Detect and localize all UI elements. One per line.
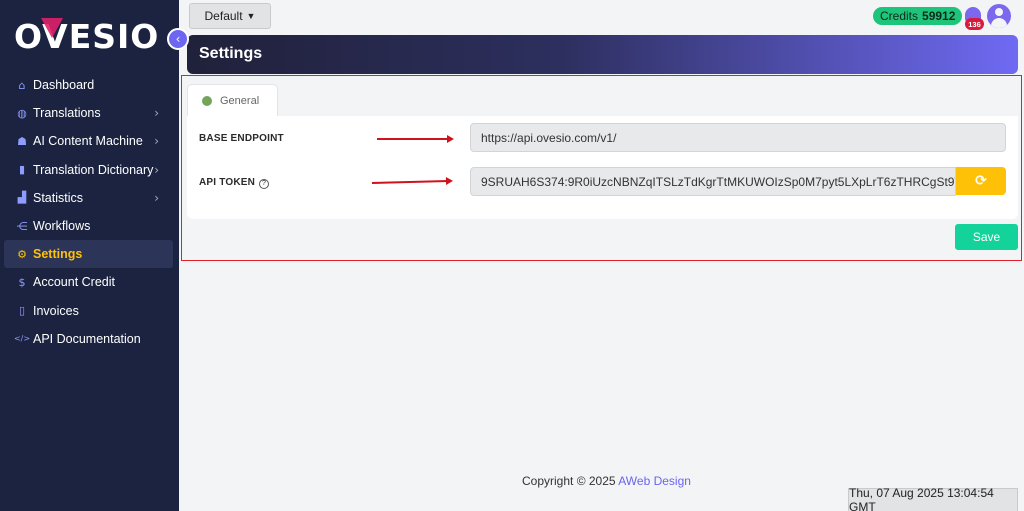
chevron-right-icon: ›: [154, 190, 159, 205]
share-icon: ⋲: [16, 219, 28, 233]
user-avatar-icon[interactable]: [987, 4, 1011, 28]
caret-down-icon: ▼: [246, 11, 256, 21]
sidebar-item-workflows[interactable]: ⋲ Workflows: [4, 212, 173, 240]
sidebar-item-label: Account Credit: [33, 275, 115, 290]
credits-value: 59912: [922, 9, 956, 23]
file-icon: ▯: [18, 304, 26, 318]
base-endpoint-value: https://api.ovesio.com/v1/: [481, 130, 617, 145]
sidebar-item-label: Translation Dictionary: [33, 162, 154, 177]
aweb-design-link[interactable]: AWeb Design: [618, 474, 691, 488]
android-icon: ☗: [17, 134, 27, 148]
sidebar-nav: ⌂ Dashboard ◍ Translations › ☗ AI Content Mach…: [4, 71, 173, 353]
annotation-arrow-endpoint: [377, 135, 454, 143]
api-token-input[interactable]: 9SRUAH6S374:9R0iUzcNBNZqITSLzTdKgrTtMKUW…: [470, 167, 956, 196]
ovesio-logo[interactable]: OVESIO: [14, 17, 159, 56]
workspace-dropdown-label: Default: [204, 9, 243, 23]
sidebar-item-settings[interactable]: ⚙ Settings: [4, 240, 173, 269]
bar-chart-icon: ▟: [17, 191, 27, 205]
home-icon: ⌂: [18, 78, 26, 92]
chevron-right-icon: ›: [154, 162, 159, 177]
tab-general-label: General: [220, 94, 260, 107]
page-title: Settings: [199, 45, 263, 62]
sidebar-item-label: API Documentation: [33, 331, 141, 346]
api-token-label: API TOKEN?: [199, 177, 270, 189]
regenerate-token-button[interactable]: ⟳: [956, 167, 1006, 195]
sidebar-item-label: Dashboard: [33, 78, 95, 93]
collapse-sidebar-button[interactable]: ‹: [167, 28, 189, 50]
copyright-text: Copyright © 2025: [522, 474, 616, 488]
credits-badge[interactable]: Credits 59912: [873, 7, 963, 25]
refresh-icon: ⟳: [975, 173, 987, 189]
sidebar-item-translation-dictionary[interactable]: ▮ Translation Dictionary ›: [4, 156, 173, 184]
save-button[interactable]: Save: [955, 224, 1018, 250]
sidebar-item-statistics[interactable]: ▟ Statistics ›: [4, 184, 173, 212]
server-datetime: Thu, 07 Aug 2025 13:04:54 GMT: [848, 486, 1018, 511]
sidebar-item-account-credit[interactable]: $ Account Credit: [4, 268, 173, 296]
page-header: Settings: [187, 35, 1018, 74]
api-token-label-text: API TOKEN: [199, 177, 256, 188]
globe-icon: ◍: [17, 106, 27, 120]
sidebar-item-api-documentation[interactable]: </> API Documentation: [4, 325, 173, 353]
sidebar-item-label: Settings: [33, 247, 83, 262]
sidebar: OVESIO ⌂ Dashboard ◍ Translations › ☗ AI Conte…: [0, 0, 179, 511]
base-endpoint-input[interactable]: https://api.ovesio.com/v1/: [470, 123, 1006, 152]
workspace-dropdown[interactable]: Default ▼: [189, 3, 271, 29]
base-endpoint-label-text: BASE ENDPOINT: [199, 133, 284, 144]
logo-triangle-icon: [41, 18, 63, 38]
tab-general[interactable]: General: [187, 84, 278, 116]
status-dot-icon: [202, 95, 212, 106]
sidebar-item-label: Invoices: [33, 303, 79, 318]
sidebar-item-label: Workflows: [33, 219, 91, 234]
sidebar-item-dashboard[interactable]: ⌂ Dashboard: [4, 71, 173, 99]
code-icon: </>: [13, 334, 31, 344]
sidebar-item-label: AI Content Machine: [33, 134, 143, 149]
footer-copyright: Copyright © 2025 AWeb Design: [522, 474, 691, 488]
chevron-right-icon: ›: [154, 134, 159, 149]
help-circle-icon[interactable]: ?: [259, 178, 270, 189]
dollar-icon: $: [18, 275, 26, 289]
chevron-left-icon: ‹: [175, 32, 181, 46]
sidebar-item-invoices[interactable]: ▯ Invoices: [4, 297, 173, 325]
notifications-button[interactable]: 136: [962, 5, 984, 30]
base-endpoint-label: BASE ENDPOINT: [199, 133, 284, 144]
book-icon: ▮: [18, 163, 26, 177]
api-token-value: 9SRUAH6S374:9R0iUzcNBNZqITSLzTdKgrTtMKUW…: [481, 174, 956, 189]
sidebar-item-label: Statistics: [33, 190, 84, 205]
notification-count-badge: 136: [965, 18, 984, 30]
sidebar-item-ai-content-machine[interactable]: ☗ AI Content Machine ›: [4, 127, 173, 155]
sidebar-item-label: Translations: [33, 106, 101, 121]
credits-label: Credits: [880, 9, 919, 23]
chevron-right-icon: ›: [154, 106, 159, 121]
sidebar-item-translations[interactable]: ◍ Translations ›: [4, 99, 173, 127]
gear-icon: ⚙: [17, 247, 27, 261]
